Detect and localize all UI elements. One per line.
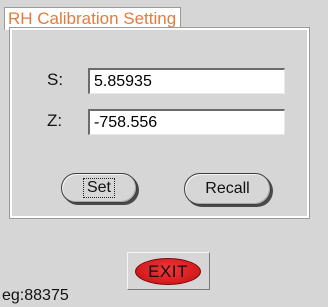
exit-button-label: EXIT xyxy=(148,261,188,281)
exit-button[interactable]: EXIT xyxy=(127,252,210,290)
s-label: S: xyxy=(47,70,64,89)
recall-button[interactable]: Recall xyxy=(184,173,271,205)
exit-oval[interactable]: EXIT xyxy=(135,258,201,285)
set-button[interactable]: Set xyxy=(61,173,137,203)
z-label: Z: xyxy=(47,111,63,130)
z-input[interactable]: -758.556 xyxy=(88,109,285,135)
recall-button-label: Recall xyxy=(205,180,250,197)
s-input[interactable]: 5.85935 xyxy=(88,68,285,94)
footer-code: eg:88375 xyxy=(2,287,69,304)
set-button-label: Set xyxy=(82,178,115,198)
window-title: RH Calibration Setting xyxy=(4,7,182,30)
